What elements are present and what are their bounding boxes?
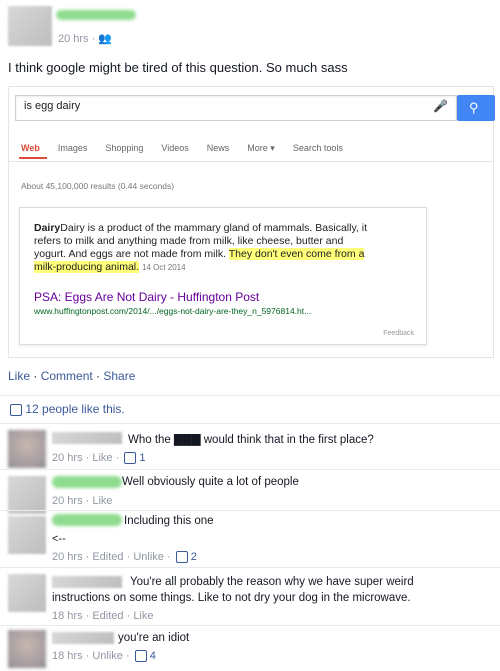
google-screenshot: is egg dairy 🎤 ⚲ Web Images Shopping Vid…	[8, 86, 495, 358]
comment-meta: 20 hrs · Edited · Unlike · 2	[52, 551, 197, 564]
google-divider	[9, 161, 493, 162]
thumbs-up-icon	[175, 551, 188, 564]
result-title: PSA: Eggs Are Not Dairy - Huffington Pos…	[34, 290, 260, 304]
tab-news: News	[206, 143, 230, 153]
tab-web: Web	[21, 143, 40, 153]
tab-more: More ▾	[247, 143, 275, 153]
answer-line-3-text: yogurt. And eggs are not made from milk.	[34, 248, 229, 260]
comment-divider	[0, 469, 500, 470]
answer-line-2: refers to milk and anything made from mi…	[34, 235, 344, 247]
tab-images: Images	[57, 143, 88, 153]
google-search-button: ⚲	[457, 95, 495, 121]
commenter-name-redacted[interactable]	[52, 514, 122, 526]
result-url: www.huffingtonpost.com/2014/.../eggs-not…	[34, 306, 312, 316]
tab-shopping: Shopping	[105, 143, 144, 153]
comment-avatar[interactable]	[8, 430, 46, 468]
likes-row: 12 people like this.	[8, 402, 125, 416]
comment-divider	[0, 510, 500, 511]
likes-count[interactable]: 12 people like this.	[25, 402, 124, 416]
comment-meta-text: 20 hrs · Like ·	[52, 452, 123, 464]
web-tab-underline	[19, 157, 47, 159]
answer-date: 14 Oct 2014	[141, 263, 186, 272]
poster-name-redacted[interactable]	[56, 10, 136, 20]
comment-like-count[interactable]: 2	[191, 551, 197, 563]
google-tabs: Web Images Shopping Videos News More ▾ S…	[21, 143, 343, 154]
tab-videos: Videos	[161, 143, 189, 153]
comment-avatar[interactable]	[8, 574, 46, 612]
google-search-input: is egg dairy 🎤	[15, 95, 457, 121]
thumbs-up-icon	[124, 452, 137, 465]
answer-line-3: yogurt. And eggs are not made from milk.…	[34, 248, 420, 261]
post-text: I think google might be tired of this qu…	[8, 60, 348, 75]
comment-meta: 18 hrs · Edited · Like	[52, 610, 154, 622]
divider-likes	[0, 395, 500, 396]
magnifier-icon: ⚲	[469, 100, 479, 115]
comment-text-2: <--	[52, 533, 66, 545]
comment-meta-text: 18 hrs · Unlike ·	[52, 650, 133, 662]
thumbs-up-icon	[134, 650, 147, 663]
comment-text: Including this one	[124, 515, 214, 527]
results-count: About 45,100,000 results (0.44 seconds)	[21, 181, 175, 191]
comment-divider	[0, 625, 500, 626]
comment-text-2: instructions on some things. Like to not…	[52, 592, 411, 604]
comment-meta: 18 hrs · Unlike · 4	[52, 650, 156, 663]
feedback-link: Feedback	[383, 330, 414, 337]
thumbs-up-icon	[10, 403, 22, 416]
mic-icon: 🎤	[433, 99, 448, 113]
answer-line-1-text: Dairy is a product of the mammary gland …	[60, 222, 368, 234]
poster-avatar[interactable]	[8, 6, 52, 46]
commenter-name-redacted[interactable]	[52, 476, 122, 488]
comment-avatar[interactable]	[8, 476, 46, 514]
comment-meta: 20 hrs · Like · 1	[52, 452, 146, 465]
share-link[interactable]: Share	[103, 369, 135, 383]
commenter-name-redacted[interactable]	[52, 632, 114, 644]
commenter-name-redacted[interactable]	[52, 432, 122, 444]
tab-search-tools: Search tools	[292, 143, 343, 153]
comment-divider	[0, 567, 500, 568]
comment-text: you're an idiot	[118, 632, 190, 644]
comment-avatar[interactable]	[8, 516, 46, 554]
post-time[interactable]: 20 hrs · 👥	[58, 32, 112, 45]
post-actions: Like · Comment · Share	[8, 369, 136, 383]
like-link[interactable]: Like	[8, 369, 30, 383]
answer-highlight-2: milk-producing animal.	[34, 261, 140, 273]
answer-line-4: milk-producing animal. 14 Oct 2014	[34, 261, 420, 274]
divider-comments	[0, 423, 500, 424]
comment-meta-text: 20 hrs · Edited · Unlike ·	[52, 551, 174, 563]
google-query: is egg dairy	[24, 100, 81, 112]
audience-icon: 👥	[98, 33, 113, 45]
commenter-name-redacted[interactable]	[52, 576, 122, 588]
comment-meta: 20 hrs · Like	[52, 495, 113, 507]
post-time-text[interactable]: 20 hrs	[58, 33, 89, 45]
comment-text: You're all probably the reason why we ha…	[130, 576, 414, 588]
answer-card: DairyDairy is a product of the mammary g…	[19, 207, 427, 345]
comment-like-count[interactable]: 1	[139, 452, 145, 464]
comment-text: Well obviously quite a lot of people	[122, 476, 299, 488]
comment-link[interactable]: Comment	[41, 369, 93, 383]
comment-text: Who the ▇▇▇ would think that in the firs…	[128, 434, 374, 446]
comment-avatar[interactable]	[8, 630, 46, 668]
answer-highlight-1: They don't even come from a	[228, 248, 365, 260]
answer-line-1: DairyDairy is a product of the mammary g…	[34, 222, 368, 234]
comment-like-count[interactable]: 4	[150, 650, 156, 662]
